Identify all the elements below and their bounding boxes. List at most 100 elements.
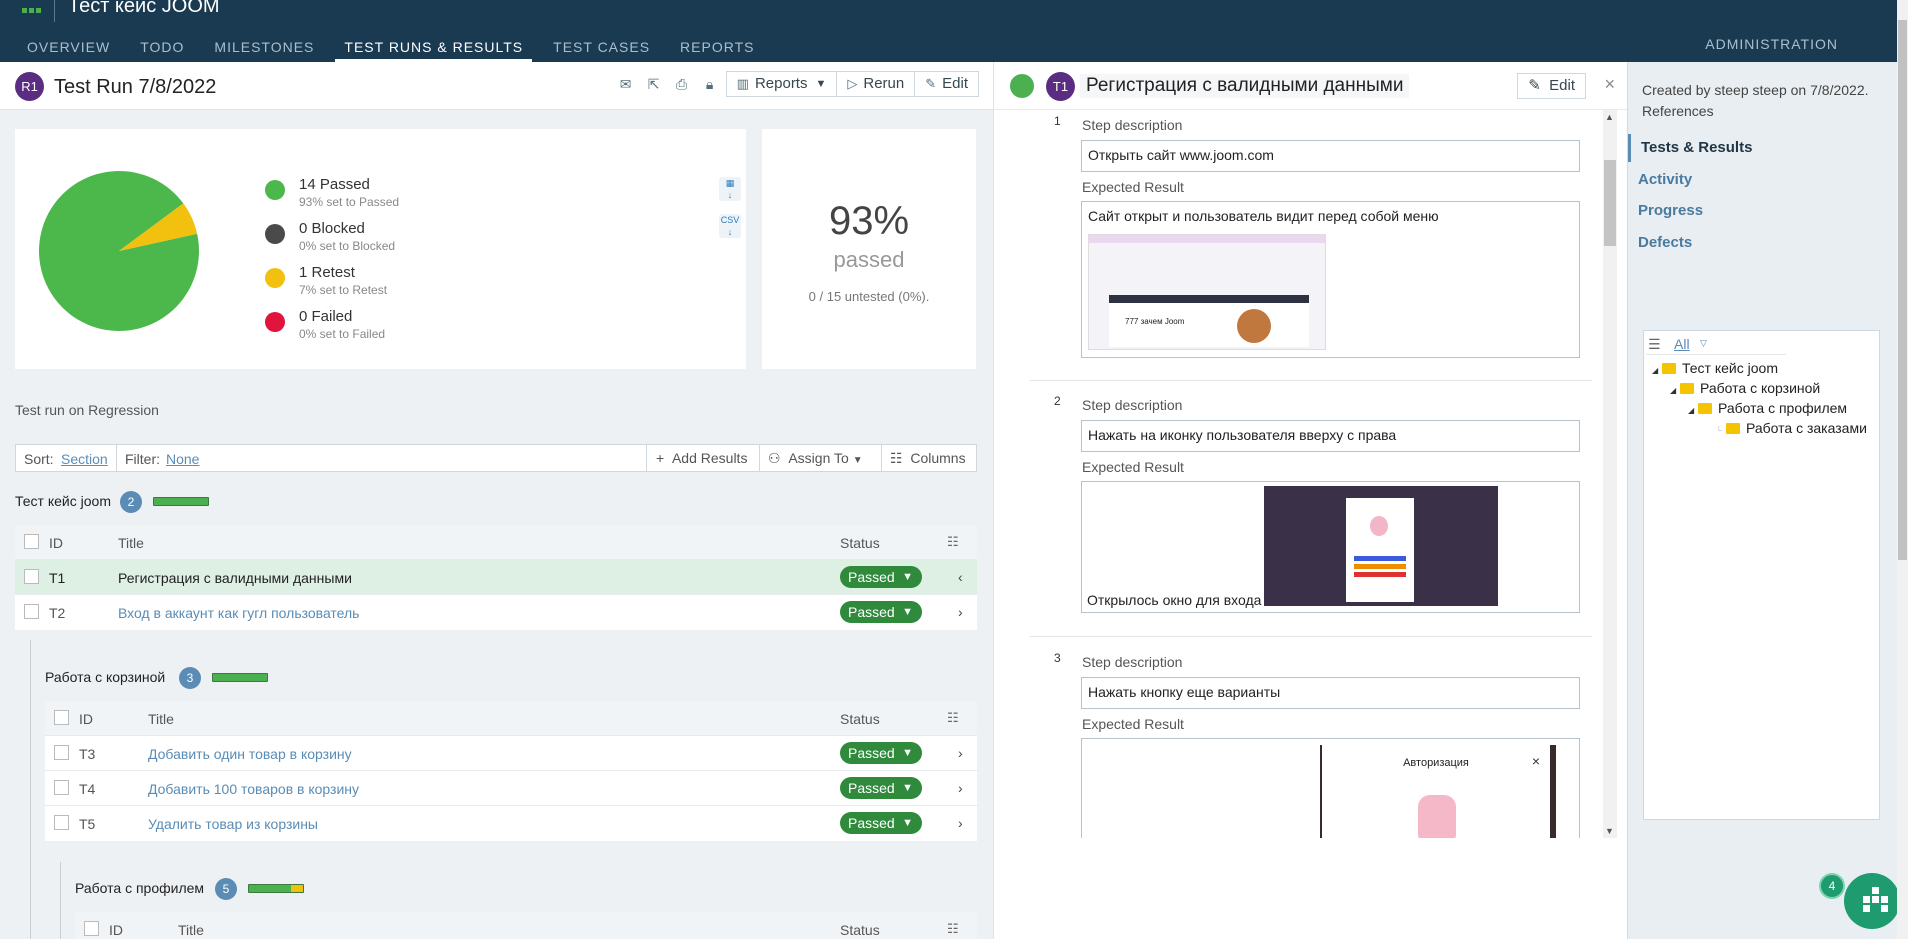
status-label: Passed [848,815,895,831]
mail-check-icon[interactable]: ✉ [615,73,637,95]
section-indent-line [60,862,61,939]
columns-button[interactable]: ☷ Columns [890,450,966,467]
nav-milestones[interactable]: MILESTONES [205,36,323,62]
select-all-checkbox[interactable] [54,710,69,725]
export-icon[interactable]: ⇱ [643,73,665,95]
logo-icon[interactable] [22,0,46,13]
chart-export-icon[interactable]: ▦ ↓ [719,177,741,201]
case-scrollbar[interactable]: ▲ ▼ [1603,110,1617,838]
scroll-down-icon[interactable]: ▼ [1605,826,1614,836]
section-title[interactable]: Тест кейс joom [15,493,111,509]
section-title[interactable]: Работа с корзиной [45,669,165,685]
run-title: Test Run 7/8/2022 [54,76,217,98]
screenshot-button [1354,556,1406,561]
column-config-icon[interactable]: ☷ [947,710,959,726]
nav-test-runs[interactable]: TEST RUNS & RESULTS [335,36,533,62]
collapse-icon[interactable]: ◢ [1652,366,1662,375]
tree-node[interactable]: ◢ Работа с профилем [1688,400,1847,416]
test-id: T4 [79,781,96,797]
tab-tests-results[interactable]: Tests & Results [1628,134,1898,162]
select-all-checkbox[interactable] [24,534,39,549]
column-config-icon[interactable]: ☷ [947,921,959,937]
step-number: 3 [1054,651,1061,665]
reports-button[interactable]: ▥ Reports ▼ [725,71,838,97]
add-results-button[interactable]: + Add Results [656,450,747,466]
print-icon[interactable]: ⎙ [671,73,693,95]
rerun-button[interactable]: ▷ Rerun [836,71,916,97]
grid-icon [1863,887,1888,912]
help-widget-button[interactable] [1844,873,1900,929]
table-row[interactable]: T5 Удалить товар из корзины Passed ▼ › [45,805,977,840]
page-scrollbar[interactable] [1897,0,1908,939]
scroll-thumb[interactable] [1898,20,1907,560]
row-checkbox[interactable] [54,815,69,830]
row-checkbox[interactable] [54,745,69,760]
scroll-up-icon[interactable]: ▲ [1605,112,1614,122]
test-title[interactable]: Вход в аккаунт как гугл пользователь [118,605,359,621]
tests-table: ID Title Status ☷ [75,912,977,939]
chevron-down-icon: ▼ [815,78,827,90]
table-row[interactable]: T2 Вход в аккаунт как гугл пользователь … [15,594,977,629]
edit-run-button[interactable]: ✎ Edit [914,71,979,97]
tree-node[interactable]: └ Работа с заказами [1716,420,1867,436]
close-icon[interactable]: × [1604,74,1615,95]
test-title[interactable]: Добавить один товар в корзину [148,746,352,762]
filter-none-link[interactable]: None [166,451,199,467]
chevron-left-icon[interactable]: ‹ [958,569,963,585]
assign-to-button[interactable]: ⚇ Assign To ▼ [768,450,863,467]
project-title[interactable]: Тест кейс JOOM [68,0,220,18]
test-title[interactable]: Регистрация с валидными данными [118,570,352,586]
nav-overview[interactable]: OVERVIEW [18,36,119,62]
step-description: Нажать на иконку пользователя вверху с п… [1081,420,1580,452]
status-dropdown[interactable]: Passed ▼ [840,742,922,764]
select-all-checkbox[interactable] [84,921,99,936]
status-dropdown[interactable]: Passed ▼ [840,566,922,588]
table-row[interactable]: T4 Добавить 100 товаров в корзину Passed… [45,770,977,805]
section-progress-bar [248,884,304,893]
tree-filter-dropdown[interactable]: ☰ All ▽ [1646,333,1786,355]
tab-progress[interactable]: Progress [1628,197,1898,225]
tab-defects[interactable]: Defects [1628,229,1898,257]
row-checkbox[interactable] [24,604,39,619]
test-title[interactable]: Удалить товар из корзины [148,816,318,832]
lock-icon [1370,516,1388,536]
legend-sub: 0% set to Failed [299,327,386,341]
tab-activity[interactable]: Activity [1628,166,1898,194]
column-config-icon[interactable]: ☷ [947,534,959,550]
chevron-right-icon[interactable]: › [958,780,963,796]
expected-result-label: Expected Result [1082,716,1184,732]
legend-dot-passed [265,180,285,200]
status-dropdown[interactable]: Passed ▼ [840,601,922,623]
status-dropdown[interactable]: Passed ▼ [840,777,922,799]
section-progress-bar [153,497,209,506]
table-row[interactable]: T3 Добавить один товар в корзину Passed ▼… [45,735,977,770]
csv-export-icon[interactable]: CSV ↓ [719,214,741,238]
collapse-icon[interactable]: ◢ [1670,386,1680,395]
test-id: T2 [49,605,66,621]
legend-sub: 7% set to Retest [299,283,388,297]
chevron-right-icon[interactable]: › [958,604,963,620]
scroll-thumb[interactable] [1604,160,1616,246]
table-row[interactable]: T1 Регистрация с валидными данными Passe… [15,559,977,594]
col-title: Title [148,711,174,727]
edit-case-button[interactable]: ✎ Edit [1517,73,1586,99]
tree-node[interactable]: ◢ Тест кейс joom [1652,360,1778,376]
nav-test-cases[interactable]: TEST CASES [544,36,659,62]
row-checkbox[interactable] [24,569,39,584]
status-dropdown[interactable]: Passed ▼ [840,812,922,834]
section-title[interactable]: Работа с профилем [75,880,204,896]
tree-node[interactable]: ◢ Работа с корзиной [1670,380,1820,396]
collapse-icon[interactable]: ◢ [1688,406,1698,415]
lock-icon[interactable]: 🔒︎ [699,73,721,95]
row-checkbox[interactable] [54,780,69,795]
sort-section-link[interactable]: Section [61,451,108,467]
tree-node-label: Работа с профилем [1718,400,1848,416]
nav-todo[interactable]: TODO [131,36,193,62]
chevron-right-icon[interactable]: › [958,815,963,831]
nav-administration[interactable]: ADMINISTRATION [1705,36,1838,52]
test-title[interactable]: Добавить 100 товаров в корзину [148,781,359,797]
chevron-right-icon[interactable]: › [958,745,963,761]
nav-reports[interactable]: REPORTS [671,36,763,62]
step-description-label: Step description [1082,397,1183,413]
chart-icon: ▥ [736,76,749,91]
